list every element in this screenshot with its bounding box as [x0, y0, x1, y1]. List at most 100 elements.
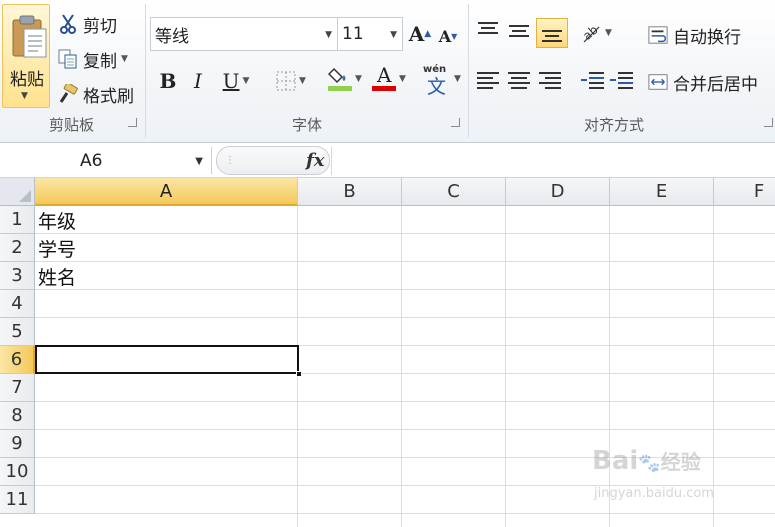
svg-text:ab: ab — [580, 23, 600, 43]
italic-icon: I — [194, 69, 202, 93]
font-color-swatch — [372, 86, 397, 91]
underline-button[interactable]: U ▼ — [216, 66, 256, 96]
row-header-4[interactable]: 4 — [0, 290, 35, 318]
gridline — [35, 429, 775, 430]
chevron-down-icon: ▼ — [605, 28, 612, 38]
row-header-2[interactable]: 2 — [0, 234, 35, 262]
column-header-c[interactable]: C — [402, 178, 506, 206]
gridline — [35, 317, 775, 318]
font-name-value: 等线 — [155, 26, 189, 47]
column-header-e[interactable]: E — [610, 178, 714, 206]
chevron-down-icon[interactable]: ▼ — [195, 156, 203, 167]
excel-window: 粘贴 ▼ 剪切 复制 ▼ 格式刷 剪贴板 等线 ▼ 11 ▼ A ▲ A ▼ B… — [0, 0, 775, 527]
fill-color-button[interactable]: ▼ — [324, 64, 366, 94]
phonetic-guide-button[interactable]: wén 文 ▼ — [420, 64, 464, 98]
chevron-down-icon[interactable]: ▼ — [21, 91, 28, 101]
align-left-button[interactable] — [476, 70, 500, 92]
wrap-text-button[interactable]: 自动换行 — [648, 21, 741, 49]
merge-center-button[interactable]: 合并后居中 — [648, 68, 758, 96]
chevron-down-icon: ▼ — [325, 30, 332, 40]
grow-font-button[interactable]: A ▲ — [407, 19, 433, 49]
copy-button[interactable]: 复制 ▼ — [58, 45, 128, 73]
row-header-10[interactable]: 10 — [0, 458, 35, 486]
chevron-down-icon: ▼ — [454, 74, 461, 84]
dialog-launcher-icon[interactable] — [764, 118, 773, 127]
column-header-d[interactable]: D — [506, 178, 610, 206]
scissors-icon — [58, 14, 78, 34]
format-painter-label: 格式刷 — [83, 86, 134, 107]
dialog-launcher-icon[interactable] — [128, 118, 137, 127]
clipboard-group-label: 剪贴板 — [48, 116, 94, 134]
name-box[interactable]: A6 ▼ — [0, 147, 212, 174]
cell-a1[interactable]: 年级 — [38, 206, 76, 234]
row-header-11[interactable]: 11 — [0, 486, 35, 514]
bold-button[interactable]: B — [155, 66, 181, 96]
bottom-align-button[interactable] — [536, 18, 568, 48]
chevron-down-icon: ▼ — [242, 76, 250, 86]
top-align-button[interactable] — [476, 20, 500, 42]
formula-bar: A6 ▼ ⋮ fx — [0, 143, 775, 178]
active-cell-a6[interactable] — [35, 345, 299, 374]
phonetic-character: 文 — [427, 76, 447, 98]
format-painter-button[interactable]: 格式刷 — [58, 80, 134, 108]
row-header-8[interactable]: 8 — [0, 402, 35, 430]
cell-a3[interactable]: 姓名 — [38, 262, 76, 290]
fill-handle[interactable] — [296, 371, 302, 377]
increase-indent-button[interactable] — [610, 70, 634, 92]
gridline — [35, 401, 775, 402]
orientation-button[interactable]: ab ▼ — [577, 18, 615, 48]
align-center-button[interactable] — [507, 70, 531, 92]
font-color-button[interactable]: A ▼ — [368, 63, 410, 94]
copy-icon — [58, 49, 78, 69]
shrink-font-button[interactable]: A ▼ — [436, 21, 460, 51]
row-header-6[interactable]: 6 — [0, 346, 35, 374]
italic-button[interactable]: I — [186, 66, 210, 96]
merge-center-label: 合并后居中 — [673, 74, 758, 95]
chevron-down-icon: ▼ — [355, 74, 362, 84]
paste-label: 粘贴 — [10, 70, 44, 90]
fill-color-swatch — [328, 86, 353, 91]
chevron-down-icon: ▼ — [390, 30, 397, 40]
borders-button[interactable]: ▼ — [270, 66, 312, 96]
grow-font-icon: A — [408, 22, 425, 46]
cut-button[interactable]: 剪切 — [58, 10, 117, 38]
gridline — [401, 206, 402, 527]
chevron-down-icon[interactable]: ▼ — [121, 54, 128, 64]
column-header-a[interactable]: A — [35, 178, 298, 206]
column-header-f[interactable]: F — [714, 178, 775, 206]
row-header-7[interactable]: 7 — [0, 374, 35, 402]
cell-a2[interactable]: 学号 — [38, 234, 76, 262]
dialog-launcher-icon[interactable] — [451, 118, 460, 127]
row-header-3[interactable]: 3 — [0, 262, 35, 290]
name-box-value: A6 — [80, 150, 103, 171]
paste-button[interactable]: 粘贴 ▼ — [2, 4, 50, 108]
row-header-1[interactable]: 1 — [0, 206, 35, 234]
column-header-b[interactable]: B — [298, 178, 402, 206]
middle-align-button[interactable] — [507, 20, 531, 42]
borders-icon — [276, 71, 296, 91]
wrap-text-icon — [648, 25, 668, 45]
font-size-combo[interactable]: 11 ▼ — [337, 17, 403, 51]
cut-label: 剪切 — [83, 16, 117, 37]
watermark-url: jingyan.baidu.com — [594, 486, 714, 501]
insert-function-button[interactable]: fx — [306, 150, 324, 171]
gridline — [35, 261, 775, 262]
font-name-combo[interactable]: 等线 ▼ — [150, 17, 338, 51]
text-orientation-icon: ab — [580, 23, 600, 43]
align-right-button[interactable] — [538, 70, 562, 92]
font-color-letter: A — [377, 63, 392, 87]
copy-label: 复制 — [83, 51, 117, 72]
paint-bucket-icon — [328, 65, 353, 93]
phonetic-icon: wén 文 — [423, 64, 451, 98]
font-group-label: 字体 — [291, 116, 322, 134]
decrease-indent-button[interactable] — [581, 70, 605, 92]
formula-input[interactable] — [331, 146, 775, 175]
font-color-icon: A — [372, 63, 397, 93]
select-all-button[interactable] — [0, 178, 35, 206]
bottom-align-icon — [540, 22, 564, 44]
gridline — [35, 289, 775, 290]
drag-handle-icon[interactable]: ⋮ — [225, 155, 235, 166]
row-header-9[interactable]: 9 — [0, 430, 35, 458]
ribbon: 粘贴 ▼ 剪切 复制 ▼ 格式刷 剪贴板 等线 ▼ 11 ▼ A ▲ A ▼ B… — [0, 0, 775, 143]
row-header-5[interactable]: 5 — [0, 318, 35, 346]
